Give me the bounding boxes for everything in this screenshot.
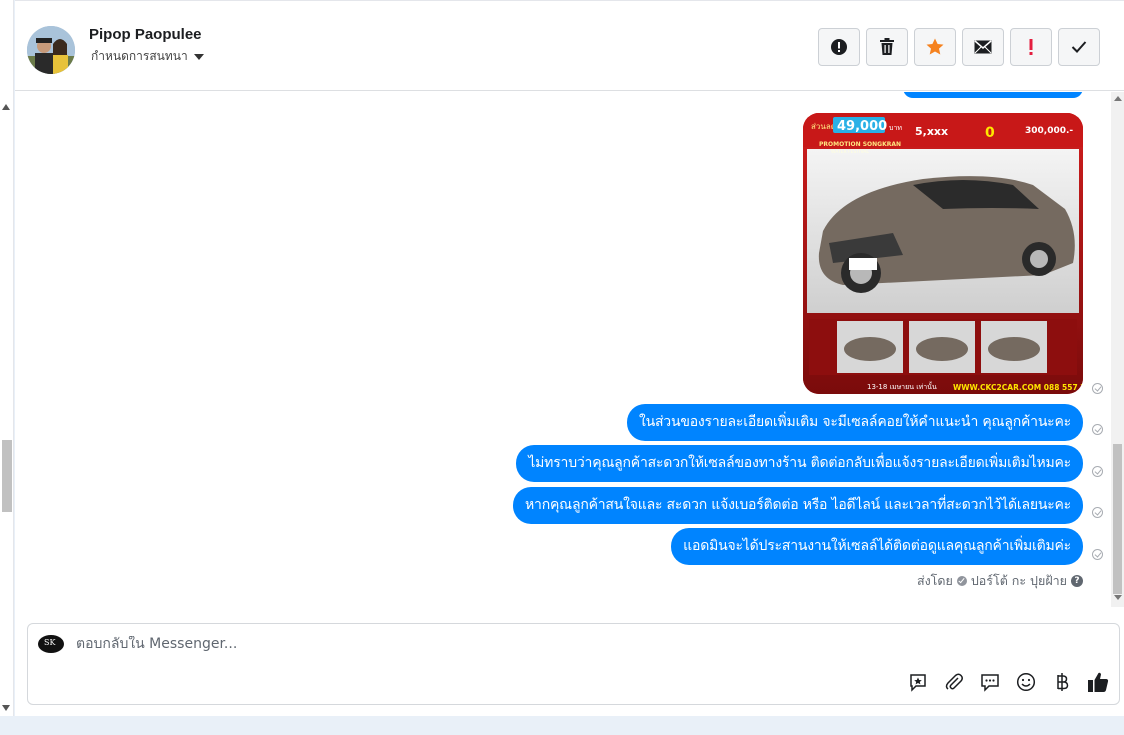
attach-file-button[interactable]: [942, 670, 965, 693]
bottom-band: [0, 716, 1124, 735]
conversation-panel: Pipop Paopulee กำหนดการสนทนา ส่วนลด 49,0…: [15, 0, 1124, 716]
ad-discount-value: 49,000: [837, 119, 887, 134]
seen-check-icon: [1092, 466, 1103, 477]
sent-by-line: ส่งโดย ปอร์โต้ กะ ปุยฝ้าย ?: [917, 571, 1083, 591]
seen-check-icon: [1092, 507, 1103, 518]
chat-bubble-icon: [980, 673, 999, 692]
like-button[interactable]: [1086, 670, 1109, 693]
thread-scrollbar[interactable]: [1111, 92, 1124, 607]
report-icon: [831, 39, 847, 55]
ad-discount-unit: บาท: [889, 124, 902, 132]
seen-check-icon: [1092, 383, 1103, 394]
verified-check-icon: [956, 576, 967, 586]
trash-icon: [880, 38, 894, 55]
scroll-down-arrow-icon[interactable]: [1114, 595, 1122, 600]
ad-contact: WWW.CKC2CAR.COM 088 557 7932: [953, 383, 1083, 392]
contact-name[interactable]: Pipop Paopulee: [89, 26, 202, 43]
previous-message-bubble[interactable]: [903, 92, 1083, 98]
seen-check-icon: [1092, 424, 1103, 435]
emoji-icon: [1016, 672, 1035, 691]
message-bubble[interactable]: หากคุณลูกค้าสนใจและ สะดวก แจ้งเบอร์ติดต่…: [513, 487, 1083, 524]
thread-scroll-thumb[interactable]: [1113, 444, 1122, 594]
conversation-header: Pipop Paopulee กำหนดการสนทนา: [15, 0, 1124, 91]
ad-promo-subtitle: WATER FESTIVAL: [831, 149, 869, 155]
reply-composer: [27, 623, 1120, 705]
reply-input[interactable]: [76, 636, 776, 652]
like-icon: [1087, 672, 1108, 692]
check-icon: [1071, 41, 1087, 53]
saved-replies-button[interactable]: [906, 670, 929, 693]
mark-important-button[interactable]: [1010, 28, 1052, 66]
message-bubble[interactable]: ไม่ทราบว่าคุณลูกค้าสะดวกให้เซลล์ของทางร้…: [516, 445, 1083, 482]
conversation-settings-label: กำหนดการสนทนา: [91, 49, 188, 63]
composer-toolbar: [906, 670, 1109, 693]
left-scroll-strip[interactable]: [0, 0, 14, 716]
ad-price: 300,000.-: [1025, 126, 1073, 136]
report-button[interactable]: [818, 28, 860, 66]
avatar[interactable]: [27, 26, 75, 74]
message-thread[interactable]: ส่วนลด 49,000 บาท 5,xxx 0 300,000.- PROM…: [15, 92, 1111, 607]
chevron-down-icon: [193, 53, 204, 60]
header-actions: [818, 28, 1100, 66]
message-bubble[interactable]: ในส่วนของรายละเอียดเพิ่มเติม จะมีเซลล์คอ…: [626, 404, 1083, 441]
baht-icon: [1056, 672, 1068, 691]
ad-installment: 5,xxx: [915, 125, 948, 138]
ad-discount-label: ส่วนลด: [811, 122, 836, 131]
ad-down-payment: 0: [985, 125, 995, 141]
saved-reply-icon: [909, 673, 926, 692]
emoji-button[interactable]: [1014, 670, 1037, 693]
scroll-up-arrow-icon[interactable]: [1114, 96, 1122, 101]
seen-check-icon: [1092, 549, 1103, 560]
envelope-icon: [974, 40, 992, 54]
delete-button[interactable]: [866, 28, 908, 66]
star-icon: [926, 38, 944, 55]
promotion-image[interactable]: ส่วนลด 49,000 บาท 5,xxx 0 300,000.- PROM…: [803, 113, 1083, 394]
conversation-settings-dropdown[interactable]: กำหนดการสนทนา: [91, 47, 204, 66]
left-scroll-thumb[interactable]: [2, 440, 12, 512]
star-button[interactable]: [914, 28, 956, 66]
important-icon: [1029, 39, 1033, 55]
page-avatar: [38, 635, 64, 653]
payment-button[interactable]: [1050, 670, 1073, 693]
sent-by-name[interactable]: ปอร์โต้ กะ ปุยฝ้าย: [971, 571, 1067, 591]
chat-template-button[interactable]: [978, 670, 1001, 693]
ad-promo-title: PROMOTION SONGKRAN: [819, 141, 901, 148]
mark-done-button[interactable]: [1058, 28, 1100, 66]
scroll-down-arrow-icon[interactable]: [2, 705, 10, 711]
help-icon[interactable]: ?: [1071, 575, 1083, 587]
attachment-icon: [945, 673, 963, 690]
scroll-up-arrow-icon[interactable]: [2, 104, 10, 110]
email-button[interactable]: [962, 28, 1004, 66]
sent-by-label: ส่งโดย: [916, 573, 953, 588]
message-bubble[interactable]: แอดมินจะได้ประสานงานให้เซลล์ได้ติดต่อดูแ…: [671, 528, 1083, 565]
